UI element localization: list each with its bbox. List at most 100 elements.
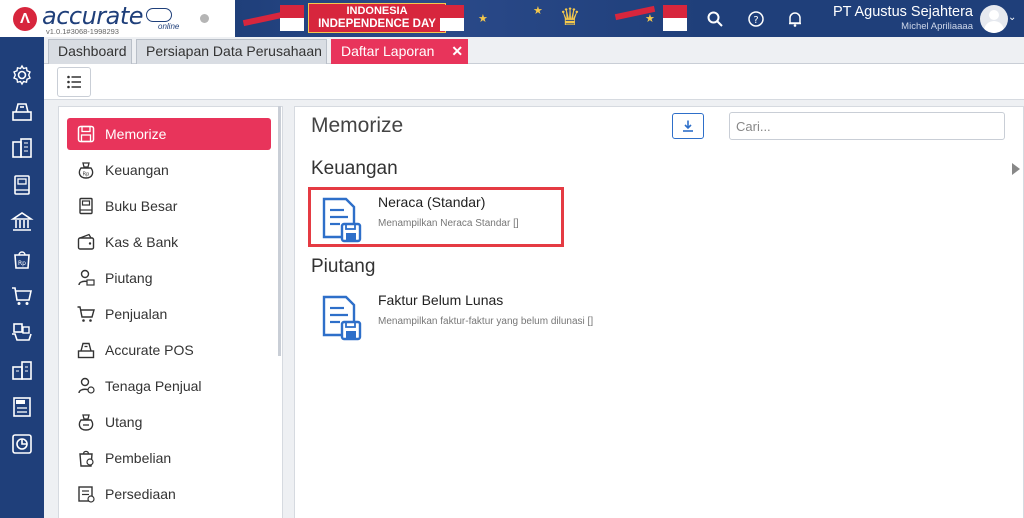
- menu-item-pembelian[interactable]: Pembelian: [67, 442, 271, 474]
- logo-text: accurate: [42, 2, 144, 30]
- download-button[interactable]: [672, 113, 704, 139]
- receivable-icon[interactable]: Rp: [10, 247, 34, 271]
- version-text: v1.0.1#3068-1998293: [46, 27, 119, 36]
- menu-item-accurate-pos[interactable]: Accurate POS: [67, 334, 271, 366]
- report-item-faktur-belum-lunas[interactable]: Faktur Belum Lunas Menampilkan faktur-fa…: [295, 285, 625, 343]
- menu-item-piutang[interactable]: Piutang: [67, 262, 271, 294]
- flag-icon: [663, 5, 687, 31]
- menu-item-penjualan[interactable]: Penjualan: [67, 298, 271, 330]
- scrollbar[interactable]: [278, 106, 281, 356]
- bank-icon[interactable]: [10, 210, 34, 234]
- download-icon: [683, 120, 693, 132]
- banner-title: INDONESIA INDEPENDENCE DAY: [308, 3, 446, 33]
- menu-item-keuangan[interactable]: Rp Keuangan: [67, 154, 271, 186]
- star-icon: ★: [645, 13, 655, 25]
- wallet-icon: [76, 232, 96, 252]
- search-input[interactable]: [729, 112, 1005, 140]
- menu-item-memorize[interactable]: Memorize: [67, 118, 271, 150]
- cart-icon[interactable]: [10, 284, 34, 308]
- svg-text:?: ?: [753, 15, 758, 26]
- bell-icon[interactable]: [780, 0, 810, 37]
- menu-item-label: Buku Besar: [105, 198, 178, 214]
- cloud-icon: [146, 8, 172, 22]
- help-icon[interactable]: ?: [741, 0, 771, 37]
- payable-icon: [76, 412, 96, 432]
- menu-item-label: Keuangan: [105, 162, 169, 178]
- banner-line2: INDEPENDENCE DAY: [318, 18, 436, 30]
- tab-bar: Dashboard Persiapan Data Perusahaan Daft…: [44, 37, 1024, 64]
- panel-expand-arrow-icon[interactable]: [1012, 163, 1020, 175]
- menu-item-label: Tenaga Penjual: [105, 378, 202, 394]
- report-name: Faktur Belum Lunas: [378, 292, 504, 308]
- menu-item-tenaga-penjual[interactable]: Tenaga Penjual: [67, 370, 271, 402]
- menu-item-label: Piutang: [105, 270, 153, 286]
- section-title-piutang: Piutang: [311, 256, 376, 277]
- tab-dashboard[interactable]: Dashboard: [48, 39, 132, 64]
- user-name: Michel Apriliaaaa: [901, 21, 973, 32]
- icon-sidebar: Rp: [0, 37, 44, 518]
- gear-icon[interactable]: [10, 63, 34, 87]
- menu-item-label: Accurate POS: [105, 342, 194, 358]
- svg-text:Rp: Rp: [18, 260, 26, 267]
- register-icon[interactable]: [10, 99, 34, 123]
- star-icon: ★: [533, 5, 543, 17]
- avatar[interactable]: [980, 5, 1008, 33]
- report-icon[interactable]: [10, 432, 34, 456]
- list-icon: [67, 75, 81, 89]
- logo-badge: Λ: [13, 7, 37, 31]
- book-icon[interactable]: [10, 173, 34, 197]
- chevron-down-icon[interactable]: ⌄: [1008, 12, 1016, 23]
- receivable-icon: [76, 268, 96, 288]
- highlight-box: [308, 187, 564, 247]
- toolbar: [44, 64, 1024, 100]
- page-title: Memorize: [311, 114, 404, 137]
- menu-item-label: Persediaan: [105, 486, 176, 502]
- warehouse-icon[interactable]: [10, 358, 34, 382]
- flag-icon: [280, 5, 304, 31]
- salesperson-icon: [76, 376, 96, 396]
- tab-label: Dashboard: [58, 43, 127, 59]
- independence-banner: INDONESIA INDEPENDENCE DAY ★ ★ ♛ ★: [235, 0, 700, 37]
- purchase-icon[interactable]: [10, 321, 34, 345]
- building-icon[interactable]: [10, 136, 34, 160]
- save-icon: [76, 124, 96, 144]
- inventory-icon: [76, 484, 96, 504]
- menu-item-utang[interactable]: Utang: [67, 406, 271, 438]
- menu-item-persediaan[interactable]: Persediaan: [67, 478, 271, 510]
- report-category-panel: Memorize Rp Keuangan Buku Besar Kas & Ba…: [58, 106, 283, 518]
- menu-item-kas-bank[interactable]: Kas & Bank: [67, 226, 271, 258]
- logo[interactable]: Λ accurate online v1.0.1#3068-1998293: [0, 0, 235, 37]
- menu-item-buku-besar[interactable]: Buku Besar: [67, 190, 271, 222]
- tab-label: Daftar Laporan: [341, 43, 435, 59]
- book-icon: [76, 196, 96, 216]
- menu-item-label: Utang: [105, 414, 143, 430]
- content-area: Memorize Rp Keuangan Buku Besar Kas & Ba…: [44, 100, 1024, 518]
- close-icon[interactable]: ✕: [451, 43, 463, 59]
- tab-daftar-laporan[interactable]: Daftar Laporan ✕: [331, 39, 468, 64]
- money-bag-icon: Rp: [76, 160, 96, 180]
- star-icon: ★: [478, 13, 488, 25]
- report-description: Menampilkan faktur-faktur yang belum dil…: [378, 316, 594, 327]
- menu-item-label: Penjualan: [105, 306, 168, 322]
- list-view-button[interactable]: [57, 67, 91, 97]
- tab-persiapan-data[interactable]: Persiapan Data Perusahaan: [136, 39, 327, 64]
- company-name: PT Agustus Sejahtera: [833, 4, 973, 20]
- logo-online: online: [158, 22, 180, 31]
- section-title-keuangan: Keuangan: [311, 158, 398, 179]
- menu-item-label: Memorize: [105, 126, 167, 142]
- menu-item-label: Kas & Bank: [105, 234, 179, 250]
- garuda-icon: ♛: [559, 4, 581, 31]
- report-file-icon: [322, 295, 362, 341]
- search-icon[interactable]: [700, 0, 730, 37]
- status-dot: [200, 14, 209, 23]
- svg-text:Rp: Rp: [83, 172, 90, 178]
- tab-label: Persiapan Data Perusahaan: [146, 43, 322, 59]
- tax-icon[interactable]: [10, 395, 34, 419]
- purchase-icon: [76, 448, 96, 468]
- report-list-panel: Memorize Keuangan Neraca (Standar) Menam…: [294, 106, 1024, 518]
- company-info[interactable]: PT Agustus Sejahtera Michel Apriliaaaa: [818, 4, 973, 32]
- top-bar: Λ accurate online v1.0.1#3068-1998293 IN…: [0, 0, 1024, 37]
- flag-icon: [440, 5, 464, 31]
- ribbon-decoration: [242, 11, 284, 27]
- cart-icon: [76, 304, 96, 324]
